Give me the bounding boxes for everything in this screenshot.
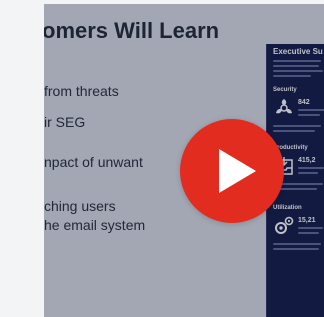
video-player[interactable]: omers Will Learn from threats ir SEG npa… bbox=[44, 4, 324, 317]
page: omers Will Learn from threats ir SEG npa… bbox=[0, 0, 324, 317]
play-icon bbox=[219, 149, 256, 193]
play-button[interactable] bbox=[180, 119, 284, 223]
